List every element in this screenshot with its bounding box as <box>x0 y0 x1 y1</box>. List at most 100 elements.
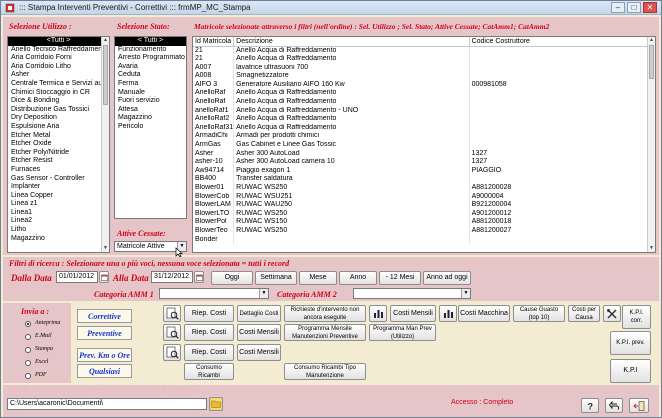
utilizzo-listbox[interactable]: <Tutti > Anello Tecnico Raffreddamento Ari… <box>7 36 110 253</box>
table-row[interactable]: ArmGas Gas Cabinet e Linee Gas Tossic <box>193 141 655 150</box>
invio-radio[interactable] <box>25 347 31 353</box>
anno-button[interactable]: Anno <box>339 271 377 285</box>
utilizzo-list-item[interactable]: Aria Corridoio Litho <box>8 63 109 72</box>
table-row[interactable]: Bonder <box>193 235 655 245</box>
programma-mensile-button[interactable]: Programma Mensile Manutenzioni Preventiv… <box>284 324 366 341</box>
utilizzo-list-item[interactable]: Etcher Resist <box>8 157 109 166</box>
stato-list-item[interactable]: Ceduta <box>115 71 186 80</box>
chart-row1-button[interactable] <box>369 305 387 322</box>
utilizzo-list-item[interactable]: Magazzino <box>8 235 109 244</box>
utilizzo-list-item[interactable]: Centrale Termica e Servizi au <box>8 80 109 89</box>
utilizzo-list-item[interactable]: Linea z1 <box>8 200 109 209</box>
cat1-combo[interactable]: ▼ <box>159 288 269 299</box>
maximize-button[interactable]: □ <box>627 2 641 13</box>
table-row[interactable]: BlowerLAM RUWAC WAU250 B921200004 <box>193 201 655 210</box>
table-row[interactable]: A007 lavatrice ultrasuoni 700 <box>193 63 655 73</box>
matricole-listbox[interactable]: Id Matricola Descrizione Codice Costruttor… <box>192 36 656 253</box>
table-row[interactable]: AnelloRaf Anello Acqua di Raffreddamento <box>193 98 655 107</box>
riep-costi-km-button[interactable]: Riep. Costi <box>184 344 234 361</box>
table-row[interactable]: BlowerCob RUWAC WSU251 A9000004 <box>193 192 655 202</box>
cause-guasto-button[interactable]: Cause Guasto (top 10) <box>513 305 565 322</box>
column-header[interactable]: Codice Costruttore <box>469 37 655 47</box>
help-button[interactable]: ? <box>581 398 599 413</box>
utilizzo-list-item[interactable]: Asher <box>8 71 109 80</box>
oggi-button[interactable]: Oggi <box>211 271 253 285</box>
stato-list-item[interactable]: Avaria <box>115 63 186 72</box>
table-row[interactable]: BlowerTeo RUWAC WS250 A881200027 <box>193 226 655 236</box>
utilizzo-list-item[interactable]: Etcher Poly/Nitride <box>8 149 109 158</box>
table-row[interactable]: 21 Anello Acqua di Raffreddamento <box>193 46 655 56</box>
dettaglio-costi-button[interactable]: Dettaglio Costi <box>237 305 281 322</box>
table-row[interactable]: Aw94714 Piaggio exagon 1 PIAGGIO <box>193 166 655 176</box>
preview-row3-button[interactable] <box>163 344 181 361</box>
utilizzo-list-item[interactable]: Dice & Bonding <box>8 97 109 106</box>
correttive-button[interactable]: Correttive <box>77 309 132 323</box>
path-input[interactable]: C:\Users\acaronic\Documenti\ <box>7 398 207 410</box>
back-button[interactable] <box>605 398 623 413</box>
kpi-button[interactable]: K.P.I <box>610 359 651 383</box>
table-row[interactable]: A008 Smagnetizzatore <box>193 72 655 81</box>
table-row[interactable]: AIFO 3 Generatore Ausiliario AIFO 160 Kw 0… <box>193 80 655 90</box>
utilizzo-list-item[interactable]: Implanter <box>8 183 109 192</box>
utilizzo-list-item[interactable]: Dry Deposition <box>8 114 109 123</box>
kpi-corr-button[interactable]: K.P.I. corr. <box>622 305 651 329</box>
programma-man-prev-button[interactable]: Programma Man Prev (Utilizzo) <box>369 324 436 341</box>
table-row[interactable]: asher-10 Asher 300 AutoLoad camera 10 1327 <box>193 158 655 167</box>
close-button[interactable]: ✕ <box>643 2 657 13</box>
chevron-down-icon[interactable]: ▼ <box>461 289 470 298</box>
table-row[interactable]: BlowerPol RUWAC WS150 A881200018 <box>193 218 655 227</box>
utilizzo-list-item[interactable]: Etcher Metal <box>8 132 109 141</box>
preventive-button[interactable]: Preventive <box>77 326 132 340</box>
stato-list-item[interactable]: Pericolo <box>115 123 186 132</box>
chart-row1b-button[interactable] <box>439 305 457 322</box>
invio-radio[interactable] <box>25 321 31 327</box>
tools-button[interactable] <box>603 305 621 322</box>
stato-list-item[interactable]: Attesa <box>115 106 186 115</box>
preview-row2-button[interactable] <box>163 324 181 341</box>
utilizzo-list-item[interactable]: Furnaces <box>8 166 109 175</box>
utilizzo-list-item[interactable]: Chimici Stoccaggio in CR <box>8 89 109 98</box>
browse-folder-button[interactable] <box>209 397 223 411</box>
utilizzo-list-item[interactable]: Espulsione Aria <box>8 123 109 132</box>
utilizzo-list-item[interactable]: Anello Tecnico Raffreddamento <box>8 46 109 55</box>
table-row[interactable]: BB400 Transfer saldatura <box>193 175 655 184</box>
column-header[interactable]: Descrizione <box>233 37 470 47</box>
costi-mensili-km-button[interactable]: Costi Mensili <box>237 344 281 361</box>
preview-row1-button[interactable] <box>163 305 181 322</box>
kpi-prev-button[interactable]: K.P.I. prev. <box>610 331 651 355</box>
consumo-ricambi-tipo-button[interactable]: Consumo Ricambi Tipo Manutenzione <box>284 363 366 380</box>
utilizzo-list-item[interactable]: Litho <box>8 226 109 235</box>
prev-km-ore-button[interactable]: Prev. Km o Ore <box>77 348 132 362</box>
utilizzo-list-item[interactable]: Linea2 <box>8 217 109 226</box>
richieste-intervento-button[interactable]: Richieste d'intervento non ancora esegui… <box>284 305 366 322</box>
table-row[interactable]: AnelloRaf Anello Acqua di Raffreddamento <box>193 89 655 99</box>
stato-listbox[interactable]: < Tutti > Funzionamento Arresto Programmat… <box>114 36 187 219</box>
riep-costi-corr-button[interactable]: Riep. Costi <box>184 305 234 322</box>
stato-list-item[interactable]: < Tutti > <box>115 37 186 46</box>
stato-list-item[interactable]: Ferma <box>115 80 186 89</box>
utilizzo-list-item[interactable]: Distribuzione Gas Tossici <box>8 106 109 115</box>
column-header[interactable]: Id Matricola <box>193 37 235 47</box>
dalla-data-input[interactable]: 01/01/2012 <box>56 271 98 283</box>
table-row[interactable]: Blower01 RUWAC WS250 A881200028 <box>193 184 655 193</box>
cat2-combo[interactable]: ▼ <box>353 288 471 299</box>
riep-costi-prev-button[interactable]: Riep. Costi <box>184 324 234 341</box>
utilizzo-scrollbar[interactable]: ▲ ▼ <box>101 37 109 252</box>
utilizzo-list-item[interactable]: Etcher Oxide <box>8 140 109 149</box>
utilizzo-list-item[interactable]: <Tutti > <box>8 37 109 46</box>
utilizzo-list-item[interactable]: Gas Sensor - Controller <box>8 175 109 184</box>
stato-list-item[interactable]: Funzionamento <box>115 46 186 55</box>
stato-list-item[interactable]: Magazzino <box>115 114 186 123</box>
costi-mensili-prev-button[interactable]: Costi Mensili <box>237 324 281 341</box>
consumo-ricambi-button[interactable]: Consumo Ricambi <box>184 363 234 380</box>
chevron-down-icon[interactable]: ▼ <box>259 289 268 298</box>
alla-calendar-button[interactable] <box>194 271 204 283</box>
utilizzo-list-item[interactable]: Linea Copper <box>8 192 109 201</box>
costi-mensili-corr-button[interactable]: Costi Mensili <box>390 305 436 322</box>
utilizzo-list-item[interactable]: Linea1 <box>8 209 109 218</box>
utilizzo-list-item[interactable]: Aria Corridoio Forni <box>8 54 109 63</box>
anno-ad-oggi-button[interactable]: Anno ad oggi <box>423 271 471 285</box>
dalla-calendar-button[interactable] <box>99 271 109 283</box>
costi-per-causa-button[interactable]: Costi per Causa <box>568 305 600 322</box>
stato-list-item[interactable]: Manuale <box>115 89 186 98</box>
